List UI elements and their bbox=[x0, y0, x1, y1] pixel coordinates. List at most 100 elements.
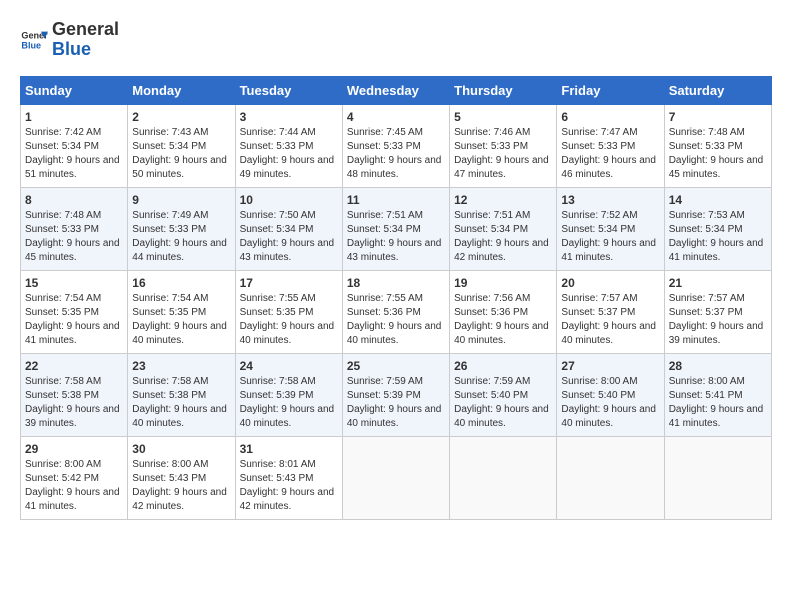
daylight-label: Daylight: 9 hours and 43 minutes. bbox=[240, 238, 335, 263]
day-number: 10 bbox=[240, 193, 338, 207]
sunset-label: Sunset: 5:38 PM bbox=[25, 390, 99, 401]
sunrise-label: Sunrise: 8:00 AM bbox=[669, 376, 745, 387]
calendar-cell: 24 Sunrise: 7:58 AM Sunset: 5:39 PM Dayl… bbox=[235, 353, 342, 436]
calendar-cell bbox=[450, 436, 557, 519]
day-number: 16 bbox=[132, 276, 230, 290]
daylight-label: Daylight: 9 hours and 41 minutes. bbox=[561, 238, 656, 263]
sunset-label: Sunset: 5:37 PM bbox=[561, 307, 635, 318]
day-number: 17 bbox=[240, 276, 338, 290]
calendar-header-row: SundayMondayTuesdayWednesdayThursdayFrid… bbox=[21, 76, 772, 104]
calendar-week-row: 29 Sunrise: 8:00 AM Sunset: 5:42 PM Dayl… bbox=[21, 436, 772, 519]
day-number: 1 bbox=[25, 110, 123, 124]
sunrise-label: Sunrise: 8:00 AM bbox=[132, 459, 208, 470]
day-info: Sunrise: 7:43 AM Sunset: 5:34 PM Dayligh… bbox=[132, 126, 230, 182]
calendar-cell: 14 Sunrise: 7:53 AM Sunset: 5:34 PM Dayl… bbox=[664, 187, 771, 270]
calendar-cell: 25 Sunrise: 7:59 AM Sunset: 5:39 PM Dayl… bbox=[342, 353, 449, 436]
sunset-label: Sunset: 5:34 PM bbox=[561, 224, 635, 235]
day-number: 8 bbox=[25, 193, 123, 207]
daylight-label: Daylight: 9 hours and 41 minutes. bbox=[25, 321, 120, 346]
day-number: 22 bbox=[25, 359, 123, 373]
weekday-header-monday: Monday bbox=[128, 76, 235, 104]
sunset-label: Sunset: 5:33 PM bbox=[25, 224, 99, 235]
calendar-cell: 22 Sunrise: 7:58 AM Sunset: 5:38 PM Dayl… bbox=[21, 353, 128, 436]
calendar-cell: 10 Sunrise: 7:50 AM Sunset: 5:34 PM Dayl… bbox=[235, 187, 342, 270]
sunrise-label: Sunrise: 7:50 AM bbox=[240, 210, 316, 221]
day-number: 15 bbox=[25, 276, 123, 290]
day-number: 30 bbox=[132, 442, 230, 456]
sunrise-label: Sunrise: 7:44 AM bbox=[240, 127, 316, 138]
calendar-week-row: 1 Sunrise: 7:42 AM Sunset: 5:34 PM Dayli… bbox=[21, 104, 772, 187]
sunrise-label: Sunrise: 8:01 AM bbox=[240, 459, 316, 470]
day-info: Sunrise: 7:52 AM Sunset: 5:34 PM Dayligh… bbox=[561, 209, 659, 265]
sunset-label: Sunset: 5:39 PM bbox=[347, 390, 421, 401]
sunrise-label: Sunrise: 7:56 AM bbox=[454, 293, 530, 304]
day-info: Sunrise: 7:45 AM Sunset: 5:33 PM Dayligh… bbox=[347, 126, 445, 182]
daylight-label: Daylight: 9 hours and 40 minutes. bbox=[561, 321, 656, 346]
day-info: Sunrise: 7:48 AM Sunset: 5:33 PM Dayligh… bbox=[25, 209, 123, 265]
sunset-label: Sunset: 5:34 PM bbox=[240, 224, 314, 235]
daylight-label: Daylight: 9 hours and 50 minutes. bbox=[132, 155, 227, 180]
sunrise-label: Sunrise: 7:45 AM bbox=[347, 127, 423, 138]
calendar-cell bbox=[664, 436, 771, 519]
calendar-cell: 3 Sunrise: 7:44 AM Sunset: 5:33 PM Dayli… bbox=[235, 104, 342, 187]
sunset-label: Sunset: 5:34 PM bbox=[454, 224, 528, 235]
calendar-cell: 5 Sunrise: 7:46 AM Sunset: 5:33 PM Dayli… bbox=[450, 104, 557, 187]
calendar-cell bbox=[557, 436, 664, 519]
day-number: 6 bbox=[561, 110, 659, 124]
logo-icon: General Blue bbox=[20, 26, 48, 54]
daylight-label: Daylight: 9 hours and 40 minutes. bbox=[454, 321, 549, 346]
sunset-label: Sunset: 5:43 PM bbox=[132, 473, 206, 484]
sunrise-label: Sunrise: 7:59 AM bbox=[454, 376, 530, 387]
day-number: 3 bbox=[240, 110, 338, 124]
day-info: Sunrise: 7:51 AM Sunset: 5:34 PM Dayligh… bbox=[347, 209, 445, 265]
sunrise-label: Sunrise: 7:53 AM bbox=[669, 210, 745, 221]
calendar-cell: 13 Sunrise: 7:52 AM Sunset: 5:34 PM Dayl… bbox=[557, 187, 664, 270]
sunset-label: Sunset: 5:34 PM bbox=[347, 224, 421, 235]
weekday-header-tuesday: Tuesday bbox=[235, 76, 342, 104]
sunrise-label: Sunrise: 7:59 AM bbox=[347, 376, 423, 387]
daylight-label: Daylight: 9 hours and 41 minutes. bbox=[669, 404, 764, 429]
weekday-header-friday: Friday bbox=[557, 76, 664, 104]
sunrise-label: Sunrise: 7:48 AM bbox=[25, 210, 101, 221]
daylight-label: Daylight: 9 hours and 43 minutes. bbox=[347, 238, 442, 263]
day-number: 23 bbox=[132, 359, 230, 373]
sunset-label: Sunset: 5:42 PM bbox=[25, 473, 99, 484]
calendar-cell: 23 Sunrise: 7:58 AM Sunset: 5:38 PM Dayl… bbox=[128, 353, 235, 436]
day-number: 20 bbox=[561, 276, 659, 290]
calendar-table: SundayMondayTuesdayWednesdayThursdayFrid… bbox=[20, 76, 772, 520]
sunset-label: Sunset: 5:33 PM bbox=[240, 141, 314, 152]
page-header: General Blue General Blue bbox=[20, 20, 772, 60]
weekday-header-thursday: Thursday bbox=[450, 76, 557, 104]
daylight-label: Daylight: 9 hours and 40 minutes. bbox=[454, 404, 549, 429]
calendar-cell: 21 Sunrise: 7:57 AM Sunset: 5:37 PM Dayl… bbox=[664, 270, 771, 353]
sunset-label: Sunset: 5:33 PM bbox=[132, 224, 206, 235]
calendar-cell bbox=[342, 436, 449, 519]
sunrise-label: Sunrise: 8:00 AM bbox=[25, 459, 101, 470]
sunset-label: Sunset: 5:40 PM bbox=[561, 390, 635, 401]
daylight-label: Daylight: 9 hours and 41 minutes. bbox=[25, 487, 120, 512]
daylight-label: Daylight: 9 hours and 51 minutes. bbox=[25, 155, 120, 180]
sunset-label: Sunset: 5:36 PM bbox=[347, 307, 421, 318]
calendar-cell: 15 Sunrise: 7:54 AM Sunset: 5:35 PM Dayl… bbox=[21, 270, 128, 353]
day-number: 12 bbox=[454, 193, 552, 207]
daylight-label: Daylight: 9 hours and 39 minutes. bbox=[25, 404, 120, 429]
day-number: 27 bbox=[561, 359, 659, 373]
day-info: Sunrise: 7:48 AM Sunset: 5:33 PM Dayligh… bbox=[669, 126, 767, 182]
day-number: 11 bbox=[347, 193, 445, 207]
sunset-label: Sunset: 5:34 PM bbox=[132, 141, 206, 152]
day-info: Sunrise: 8:00 AM Sunset: 5:43 PM Dayligh… bbox=[132, 458, 230, 514]
day-info: Sunrise: 8:00 AM Sunset: 5:42 PM Dayligh… bbox=[25, 458, 123, 514]
sunrise-label: Sunrise: 7:51 AM bbox=[454, 210, 530, 221]
calendar-cell: 27 Sunrise: 8:00 AM Sunset: 5:40 PM Dayl… bbox=[557, 353, 664, 436]
daylight-label: Daylight: 9 hours and 40 minutes. bbox=[347, 404, 442, 429]
day-info: Sunrise: 7:51 AM Sunset: 5:34 PM Dayligh… bbox=[454, 209, 552, 265]
sunrise-label: Sunrise: 7:43 AM bbox=[132, 127, 208, 138]
day-info: Sunrise: 7:46 AM Sunset: 5:33 PM Dayligh… bbox=[454, 126, 552, 182]
calendar-cell: 26 Sunrise: 7:59 AM Sunset: 5:40 PM Dayl… bbox=[450, 353, 557, 436]
day-number: 9 bbox=[132, 193, 230, 207]
calendar-cell: 9 Sunrise: 7:49 AM Sunset: 5:33 PM Dayli… bbox=[128, 187, 235, 270]
logo-text: General Blue bbox=[52, 20, 119, 60]
calendar-cell: 19 Sunrise: 7:56 AM Sunset: 5:36 PM Dayl… bbox=[450, 270, 557, 353]
daylight-label: Daylight: 9 hours and 40 minutes. bbox=[132, 404, 227, 429]
calendar-cell: 4 Sunrise: 7:45 AM Sunset: 5:33 PM Dayli… bbox=[342, 104, 449, 187]
